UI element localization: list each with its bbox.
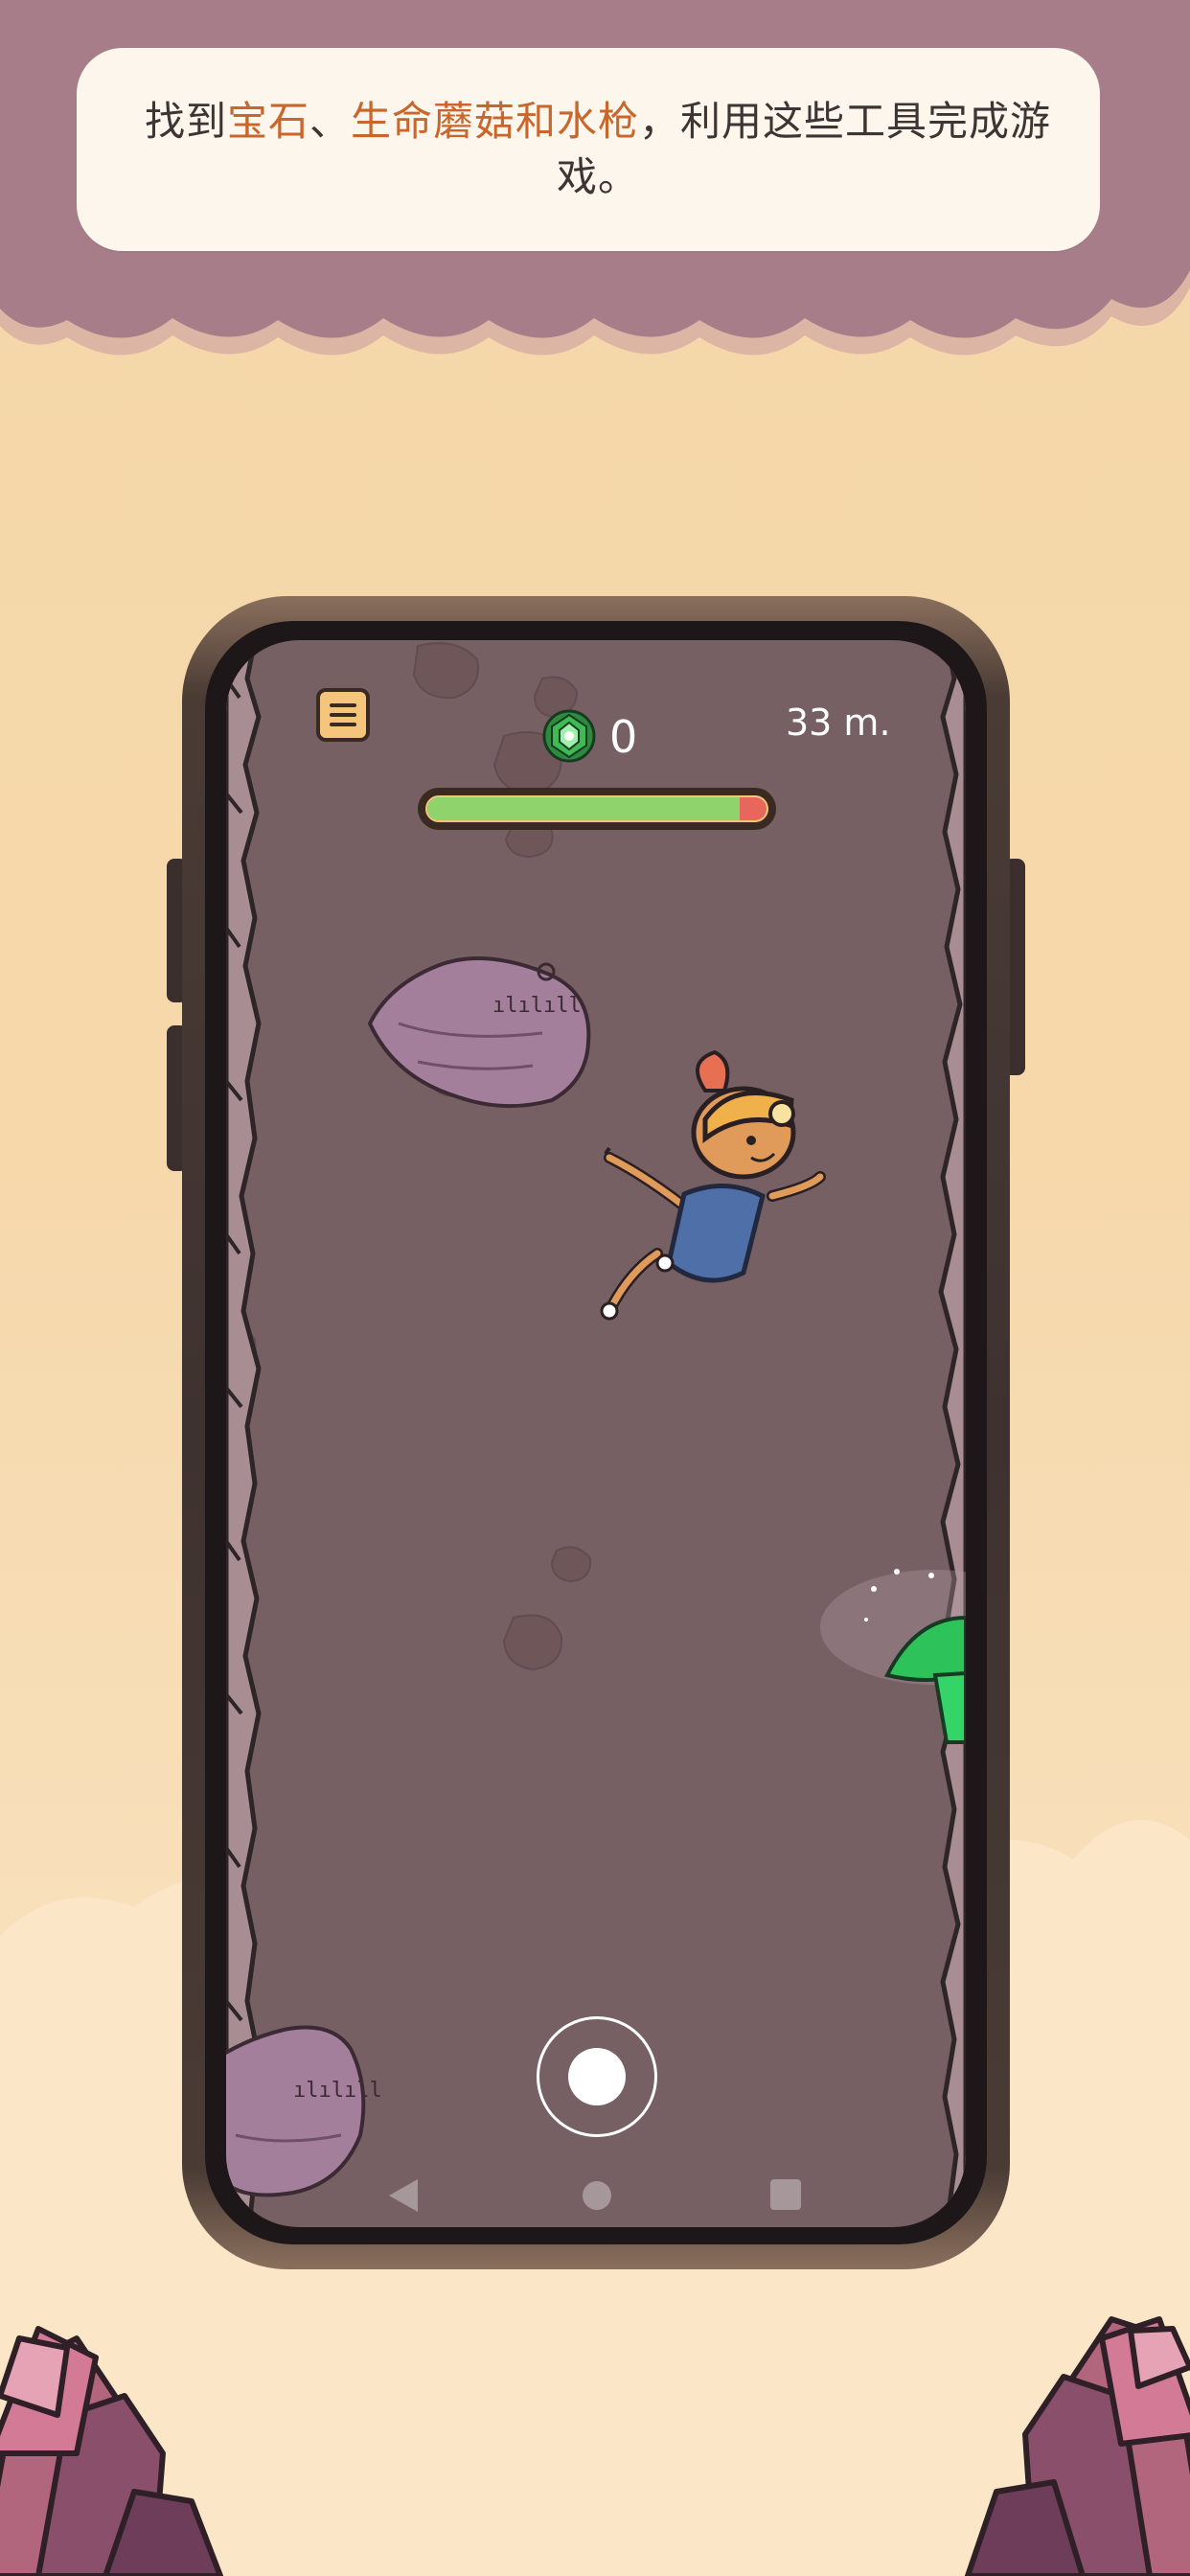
hamburger-menu-icon <box>330 703 356 707</box>
miner-character <box>600 1049 826 1321</box>
green-gem-icon <box>542 709 596 763</box>
square-recent-icon[interactable] <box>770 2179 801 2210</box>
game-screen[interactable]: ılılıll ılılıll <box>226 640 966 2227</box>
jump-action-button[interactable] <box>537 2016 657 2137</box>
caption-highlight-gems: 宝石 <box>226 98 309 145</box>
falling-rock: ılılıll <box>367 956 591 1109</box>
hamburger-line <box>330 723 356 726</box>
circle-home-icon[interactable] <box>583 2181 611 2210</box>
health-fill <box>427 797 740 820</box>
caption-part-3: 和 <box>515 98 558 145</box>
menu-button[interactable] <box>316 688 370 742</box>
depth-meter: 33 m. <box>786 702 891 744</box>
caption-part-1: 找到 <box>144 98 227 145</box>
rock-bottom-left: ılılıll <box>226 2025 382 2197</box>
game-scene: ılılıll ılılıll <box>226 640 966 2227</box>
health-bar <box>418 788 776 830</box>
triangle-back-icon[interactable] <box>389 2179 418 2212</box>
health-track <box>425 795 768 822</box>
svg-text:ılılıll: ılılıll <box>293 2079 382 2103</box>
caption-highlight-mushroom: 生命蘑菇 <box>350 98 515 145</box>
cave-wall-right <box>938 640 966 2227</box>
hamburger-line <box>330 713 356 717</box>
caption-highlight-watergun: 水枪 <box>557 98 640 145</box>
cave-wall-left <box>226 640 262 2227</box>
life-mushroom <box>820 1569 966 1744</box>
gem-count: 0 <box>609 711 638 763</box>
caption-text: 找到宝石、生命蘑菇和水枪，利用这些工具完成游戏。 <box>105 94 1090 205</box>
caption-part-2: 、 <box>309 98 351 145</box>
svg-text:ılılıll: ılılıll <box>492 994 582 1018</box>
circle-action-icon <box>568 2048 626 2105</box>
